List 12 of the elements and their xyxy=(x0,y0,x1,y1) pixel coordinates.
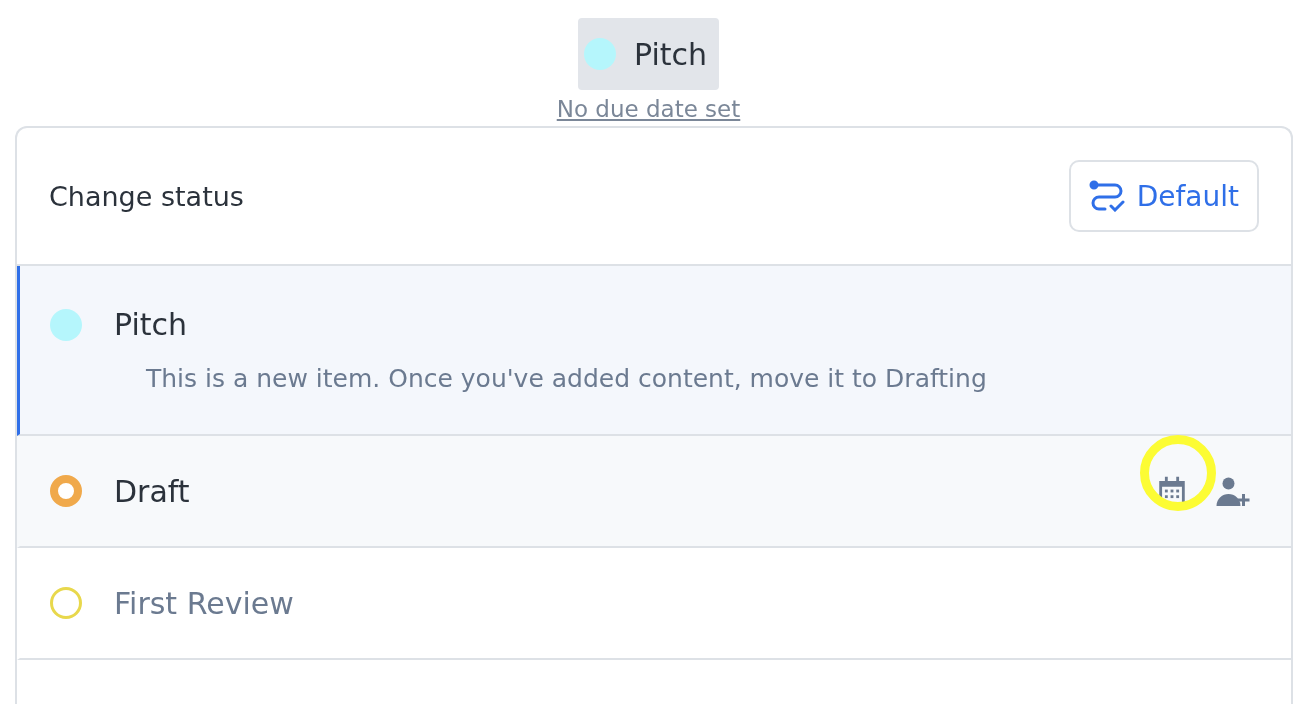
status-label: Draft xyxy=(114,473,191,509)
status-label: Pitch xyxy=(114,307,189,342)
status-description: This is a new item. Once you've added content, move it to Drafting xyxy=(146,364,988,393)
status-option[interactable]: Draft xyxy=(17,436,1291,548)
status-chip[interactable]: Pitch xyxy=(577,18,719,90)
menu-title: Change status xyxy=(49,180,244,212)
due-date-link[interactable]: No due date set xyxy=(556,96,741,122)
workflow-button[interactable]: Default xyxy=(1068,160,1259,232)
status-label: Pitch xyxy=(633,36,707,72)
status-label: First Review xyxy=(114,585,295,621)
workflow-icon xyxy=(1088,180,1125,212)
status-option[interactable]: Pitch This is a new item. Once you've added content, move it to Drafting xyxy=(17,266,1291,436)
